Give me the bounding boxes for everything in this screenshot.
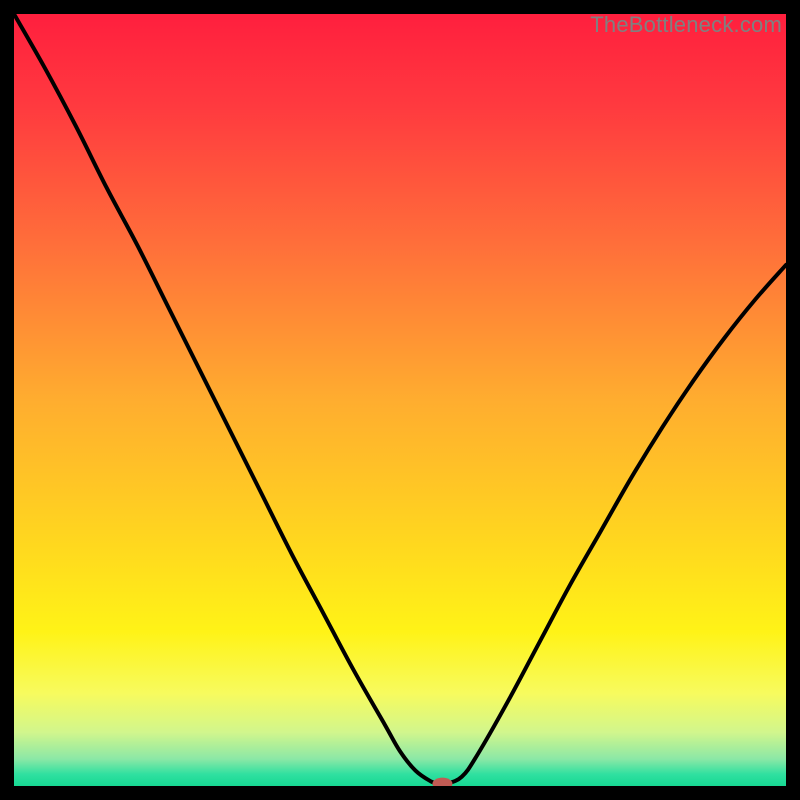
- watermark-text: TheBottleneck.com: [590, 12, 782, 38]
- chart-background: [14, 14, 786, 786]
- bottleneck-chart: [14, 14, 786, 786]
- chart-frame: TheBottleneck.com: [14, 14, 786, 786]
